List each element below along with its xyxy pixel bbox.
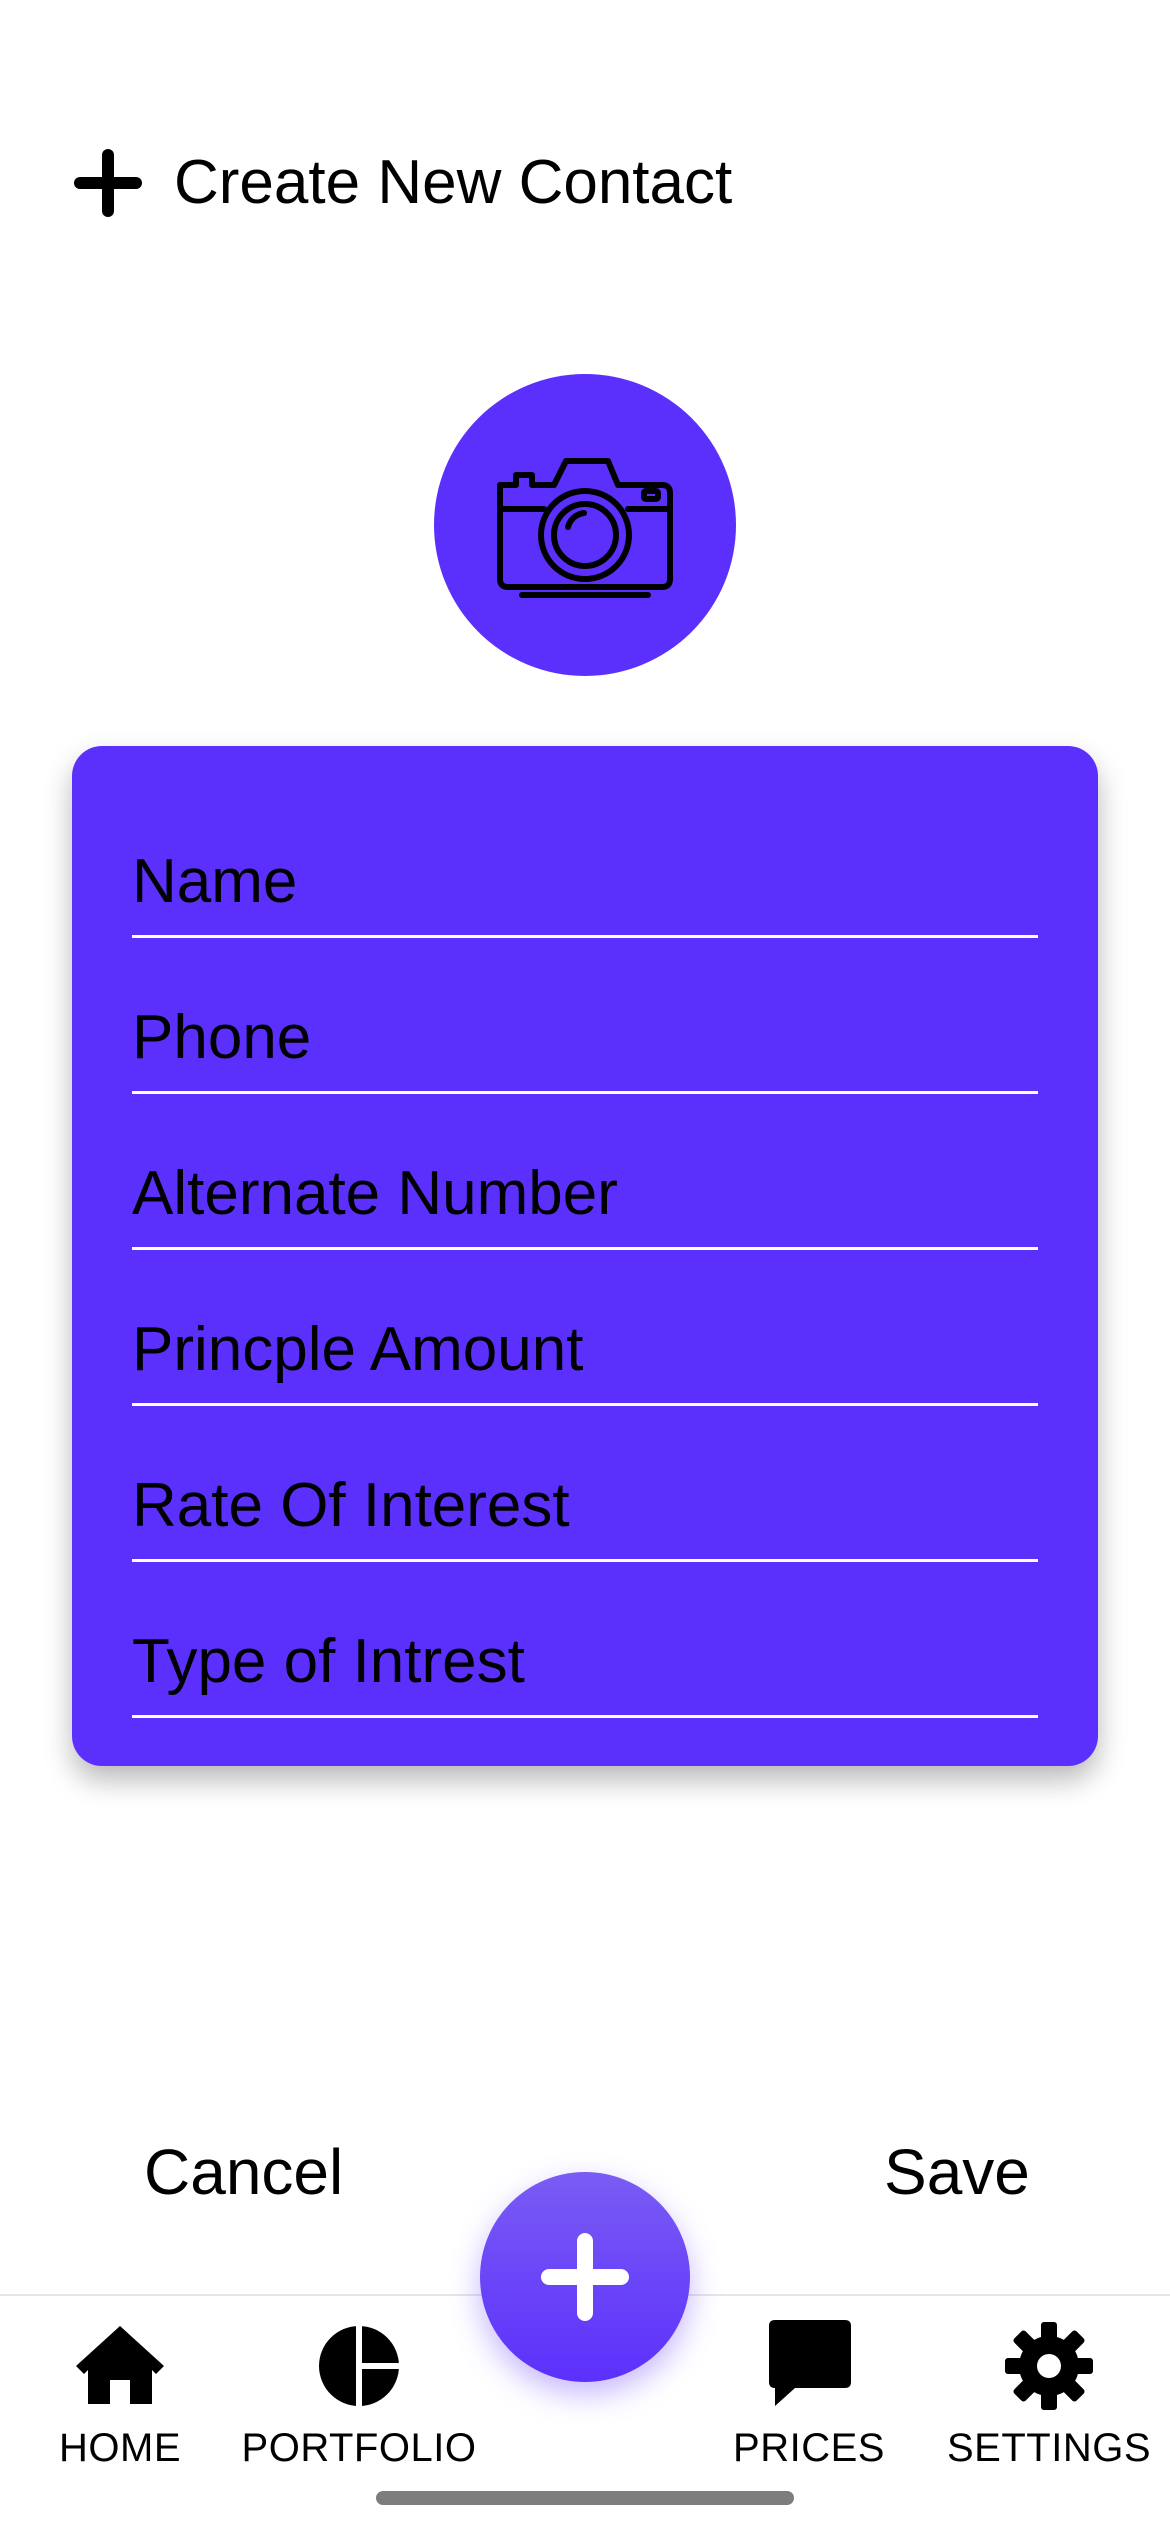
add-photo-button[interactable] [434, 374, 736, 676]
gear-icon [1005, 2322, 1093, 2410]
tab-prices[interactable]: PRICES [679, 2316, 939, 2471]
tab-label: HOME [59, 2426, 181, 2470]
name-input[interactable] [132, 846, 1038, 917]
phone-field [132, 938, 1038, 1094]
principal-amount-field [132, 1250, 1038, 1406]
principal-amount-input[interactable] [132, 1314, 1038, 1385]
add-button[interactable] [480, 2172, 690, 2382]
phone-input[interactable] [132, 1002, 1038, 1073]
tab-portfolio[interactable]: PORTFOLIO [229, 2316, 489, 2471]
tab-home[interactable]: HOME [0, 2316, 250, 2471]
type-of-interest-field [132, 1562, 1038, 1718]
rate-of-interest-input[interactable] [132, 1470, 1038, 1541]
save-button[interactable]: Save [884, 2140, 1030, 2204]
page-title: Create New Contact [174, 148, 733, 217]
home-icon [76, 2326, 164, 2404]
alternate-number-input[interactable] [132, 1158, 1038, 1229]
tab-label: PRICES [733, 2426, 885, 2470]
name-field [132, 782, 1038, 938]
page-header: Create New Contact [70, 145, 732, 221]
plus-icon [74, 149, 142, 217]
plus-icon [541, 2233, 629, 2321]
tab-label: SETTINGS [946, 2426, 1152, 2470]
type-of-interest-input[interactable] [132, 1626, 1038, 1697]
rate-of-interest-field [132, 1406, 1038, 1562]
contact-form-card [72, 746, 1098, 1766]
tab-settings[interactable]: SETTINGS [919, 2316, 1170, 2471]
create-contact-screen: Create New Contact Name Phone Alternate … [0, 0, 1170, 2532]
pie-chart-icon [319, 2324, 401, 2408]
alternate-number-field [132, 1094, 1038, 1250]
home-indicator [376, 2491, 794, 2505]
camera-icon [497, 458, 673, 598]
cancel-button[interactable]: Cancel [144, 2140, 343, 2204]
tab-label: PORTFOLIO [241, 2426, 477, 2470]
chat-bubble-icon [769, 2320, 851, 2406]
